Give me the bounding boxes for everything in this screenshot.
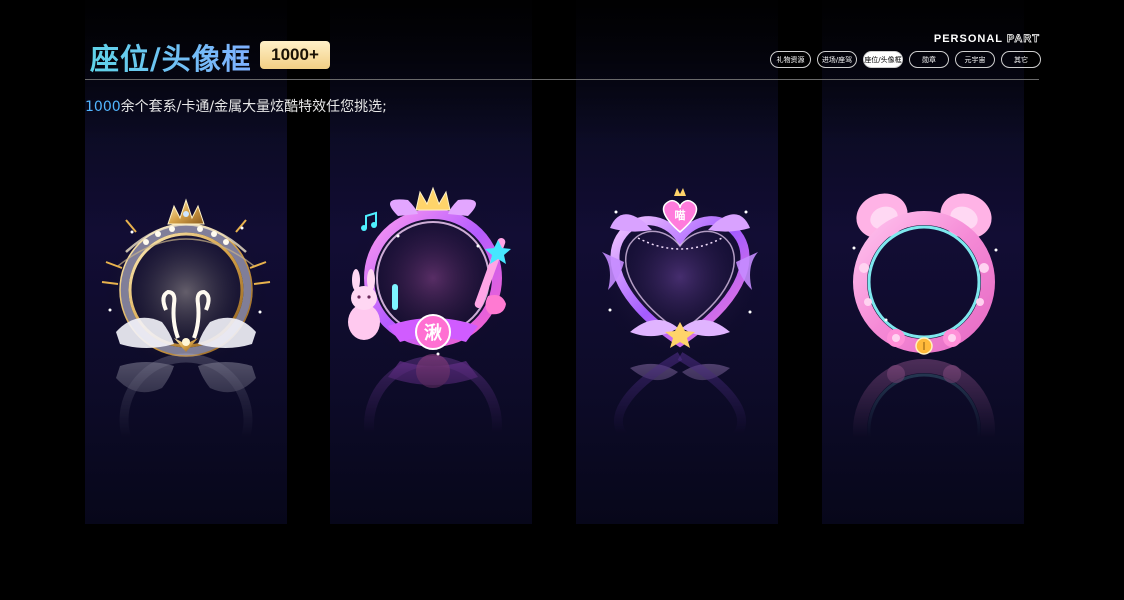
avatar-frame-1 [101, 198, 271, 370]
category-tabs: 礼物资源 进场/座驾 座位/头像框 勋章 元宇宙 其它 [770, 51, 1041, 68]
description-number: 1000 [85, 99, 121, 115]
avatar-frame-3: 喵 [594, 188, 766, 362]
avatar-frame-2: 湫 [347, 186, 519, 362]
frame-3-badge-text: 喵 [675, 208, 686, 222]
brand-primary: PERSONAL [933, 33, 1003, 45]
tab-medal[interactable]: 勋章 [909, 51, 949, 68]
brand-label: PERSONAL PART [933, 33, 1040, 46]
description: 1000余个套系/卡通/金属大量炫酷特效任您挑选; [85, 96, 387, 116]
tab-seat-avatar-frame[interactable]: 座位/头像框 [863, 51, 903, 68]
tab-gift-resources[interactable]: 礼物资源 [770, 51, 811, 68]
header-divider [85, 79, 1039, 80]
page-title: 座位/头像框 [90, 36, 252, 78]
tab-entrance-mount[interactable]: 进场/座驾 [817, 51, 857, 68]
count-badge: 1000+ [260, 41, 330, 69]
description-text: 余个套系/卡通/金属大量炫酷特效任您挑选; [120, 99, 387, 115]
avatar-frame-1-reflection [116, 353, 256, 460]
tab-metaverse[interactable]: 元宇宙 [955, 51, 995, 68]
brand-secondary: PART [1006, 33, 1040, 46]
avatar-frame-2-reflection [364, 354, 502, 455]
avatar-frame-4-reflection [853, 359, 995, 460]
avatar-frame-3-reflection [613, 352, 747, 439]
frame-2-badge-text: 湫 [424, 323, 443, 344]
avatar-frame-4 [852, 193, 998, 355]
tab-other[interactable]: 其它 [1001, 51, 1041, 68]
